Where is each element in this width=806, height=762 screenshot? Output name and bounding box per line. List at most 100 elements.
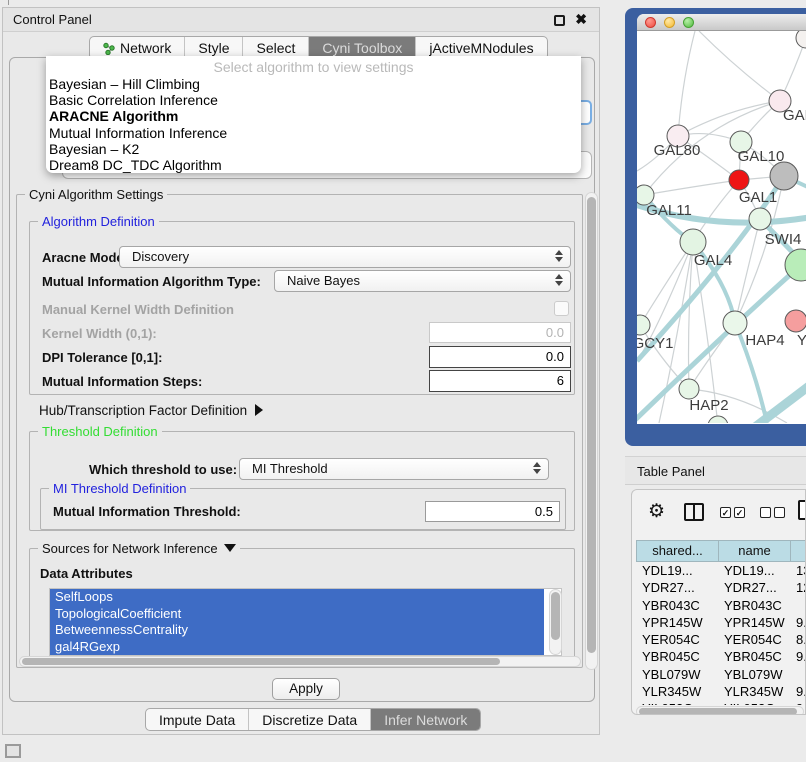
table-cell: YBL079W [718,666,790,683]
network-edge[interactable] [699,31,780,101]
dropdown-item[interactable]: Mutual Information Inference [46,125,581,141]
scrollbar-thumb[interactable] [639,708,797,715]
table-cell: YLR345W [636,683,718,700]
combo-arrows-icon [555,274,563,286]
attribute-item[interactable]: gal4RGexp [50,639,544,656]
select-all-icon[interactable]: ✓✓ [720,507,745,518]
dropdown-item[interactable]: Bayesian – Hill Climbing [46,76,581,92]
manual-kernel-width-checkbox[interactable] [554,301,569,316]
network-node[interactable] [708,416,728,423]
mi-algorithm-type-label: Mutual Information Algorithm Type: [42,274,261,289]
tab-infer-network[interactable]: Infer Network [371,709,480,730]
float-window-icon[interactable] [554,15,565,26]
minimized-panel-icon[interactable] [5,744,21,758]
mi-threshold-definition-legend: MI Threshold Definition [49,481,190,496]
network-node-gal1[interactable] [729,170,749,190]
table-row[interactable]: YPR145WYPR145W9. [636,614,806,631]
hub-definition-label: Hub/Transcription Factor Definition [39,403,247,418]
table-cell: 9. [790,700,806,705]
table-row[interactable]: YLR345WYLR345W9. [636,683,806,700]
kernel-width-field[interactable]: 0.0 [429,322,571,343]
bottom-tabbar: Impute DataDiscretize DataInfer Network [145,708,481,731]
data-attributes-label: Data Attributes [40,566,133,581]
zoom-button[interactable] [683,17,694,28]
which-threshold-combobox[interactable]: MI Threshold [239,458,549,480]
mi-steps-field[interactable]: 6 [429,370,571,392]
mi-threshold-definition-group: MI Threshold Definition Mutual Informati… [40,488,566,530]
network-node-y[interactable] [785,310,806,332]
dropdown-item[interactable]: ARACNE Algorithm [46,108,581,124]
table-cell: YLR345W [718,683,790,700]
table-row[interactable]: YBR043CYBR043C [636,597,806,614]
sources-legend[interactable]: Sources for Network Inference [38,541,240,556]
desktop: Control Panel ✖ NetworkStyleSelectCyni T… [0,0,806,762]
minimize-button[interactable] [664,17,675,28]
network-node[interactable] [796,31,806,48]
dpi-tolerance-field[interactable]: 0.0 [429,346,571,368]
column-header[interactable]: shared... [636,540,718,562]
hub-definition-toggle[interactable]: Hub/Transcription Factor Definition [39,403,263,418]
settings-vertical-scrollbar[interactable] [585,192,598,670]
data-attributes-list[interactable]: SelfLoopsTopologicalCoefficientBetweenne… [49,588,562,656]
network-window-frame[interactable]: GALGAL80GAL10GAL1GAL11SWI4GAL4GCY1HAP4YH… [625,8,806,446]
mi-threshold-label: Mutual Information Threshold: [53,504,241,519]
table-row[interactable]: YBR045CYBR045C9. [636,648,806,665]
mi-steps-label: Mutual Information Steps: [42,374,202,389]
tab-impute-data[interactable]: Impute Data [146,709,249,730]
column-header[interactable] [790,540,806,562]
network-edge[interactable] [640,242,693,325]
network-node-gcy1[interactable] [637,315,650,335]
table-row[interactable]: YIL052CYIL052C9. [636,700,806,705]
table-cell: YBL079W [636,666,718,683]
scrollbar-thumb[interactable] [22,658,500,665]
attribute-item[interactable]: TopologicalCoefficient [50,606,544,623]
sources-group: Sources for Network Inference Data Attri… [29,548,575,665]
dropdown-item[interactable]: Dream8 DC_TDC Algorithm [46,157,581,173]
gear-icon[interactable]: ⚙ [648,500,665,523]
algorithm-definition-legend: Algorithm Definition [38,214,159,229]
dropdown-item[interactable]: Basic Correlation Inference [46,92,581,108]
network-canvas[interactable]: GALGAL80GAL10GAL1GAL11SWI4GAL4GCY1HAP4YH… [637,31,806,423]
network-edge[interactable] [644,180,739,195]
cyni-algorithm-settings-group: Cyni Algorithm Settings Algorithm Defini… [16,194,583,668]
collapsed-arrow-icon [255,404,263,416]
split-columns-icon[interactable] [684,503,704,521]
attributes-scrollbar[interactable] [549,589,562,655]
apply-button[interactable]: Apply [272,678,340,700]
scrollbar-thumb[interactable] [587,197,596,653]
table-row[interactable]: YBL079WYBL079W [636,666,806,683]
mi-algorithm-type-combobox[interactable]: Naive Bayes [274,270,571,292]
settings-horizontal-scrollbar[interactable] [19,656,581,667]
combo-arrows-icon [533,462,541,474]
network-node-hap2[interactable] [679,379,699,399]
scrollbar-thumb[interactable] [551,592,560,640]
column-header[interactable]: name [718,540,790,562]
table-row[interactable]: YER054CYER054C8. [636,631,806,648]
node-label: GAL1 [739,189,777,206]
table-cell: 8. [790,631,806,648]
aracne-mode-combobox[interactable]: Discovery [119,246,571,268]
node-table: shared...name YDL19...YDL19...13YDR27...… [636,540,806,705]
kernel-width-label: Kernel Width (0,1): [42,326,157,341]
table-cell: YIL052C [636,700,718,705]
file-icon[interactable] [798,500,806,520]
table-panel-body: ⚙ ✓✓ shared...name YDL19...YDL19...13YDR… [631,489,806,715]
table-row[interactable]: YDL19...YDL19...13 [636,562,806,579]
close-button[interactable] [645,17,656,28]
table-horizontal-scrollbar[interactable] [636,706,804,715]
network-node[interactable] [770,162,798,190]
table-cell: 13 [790,562,806,579]
deselect-all-icon[interactable] [760,507,785,518]
network-node-swi4[interactable] [749,208,771,230]
mi-threshold-field[interactable]: 0.5 [425,501,560,522]
close-icon[interactable]: ✖ [575,11,587,28]
table-row[interactable]: YDR27...YDR27...12 [636,579,806,596]
attribute-item[interactable]: BetweennessCentrality [50,622,544,639]
threshold-definition-legend: Threshold Definition [38,424,162,439]
network-edge[interactable] [678,31,695,136]
tab-discretize-data[interactable]: Discretize Data [249,709,371,730]
attribute-item[interactable]: SelfLoops [50,589,544,606]
dropdown-item[interactable]: Bayesian – K2 [46,141,581,157]
network-node-hap4[interactable] [723,311,747,335]
table-cell: YPR145W [636,614,718,631]
